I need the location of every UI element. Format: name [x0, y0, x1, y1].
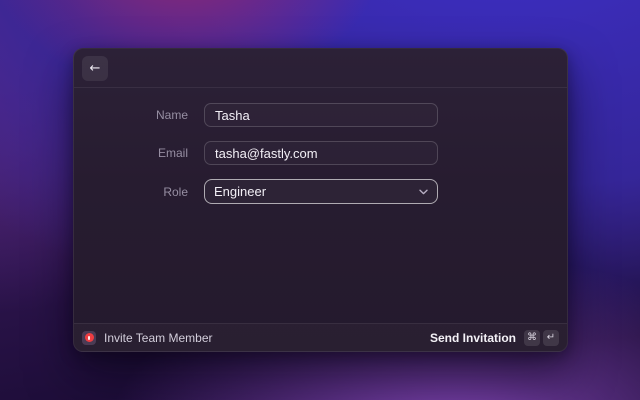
form-row-role: Role Engineer [74, 179, 567, 204]
chevron-down-icon [419, 189, 428, 195]
command-title: Invite Team Member [104, 331, 213, 345]
desktop-wallpaper: ← Name Email Role Engineer [0, 0, 640, 400]
invite-team-member-window: ← Name Email Role Engineer [73, 48, 568, 352]
back-button[interactable]: ← [82, 56, 108, 81]
name-input[interactable] [204, 103, 438, 127]
arrow-left-icon: ← [90, 62, 101, 75]
window-footer: Invite Team Member Send Invitation ⌘ ↵ [74, 323, 567, 351]
window-header: ← [74, 49, 567, 88]
send-invitation-label: Send Invitation [430, 331, 516, 345]
invite-form: Name Email Role Engineer [74, 88, 567, 323]
form-row-name: Name [74, 103, 567, 127]
name-label: Name [74, 108, 188, 122]
email-label: Email [74, 146, 188, 160]
return-key-icon: ↵ [543, 330, 559, 346]
fastly-logo-icon [82, 331, 96, 345]
command-key-icon: ⌘ [524, 330, 540, 346]
role-select[interactable]: Engineer [204, 179, 438, 204]
footer-command-info: Invite Team Member [82, 331, 430, 345]
role-label: Role [74, 185, 188, 199]
email-input[interactable] [204, 141, 438, 165]
send-invitation-button[interactable]: Send Invitation ⌘ ↵ [430, 330, 559, 346]
role-selected-value: Engineer [214, 184, 266, 199]
shortcut-keys: ⌘ ↵ [524, 330, 559, 346]
form-row-email: Email [74, 141, 567, 165]
